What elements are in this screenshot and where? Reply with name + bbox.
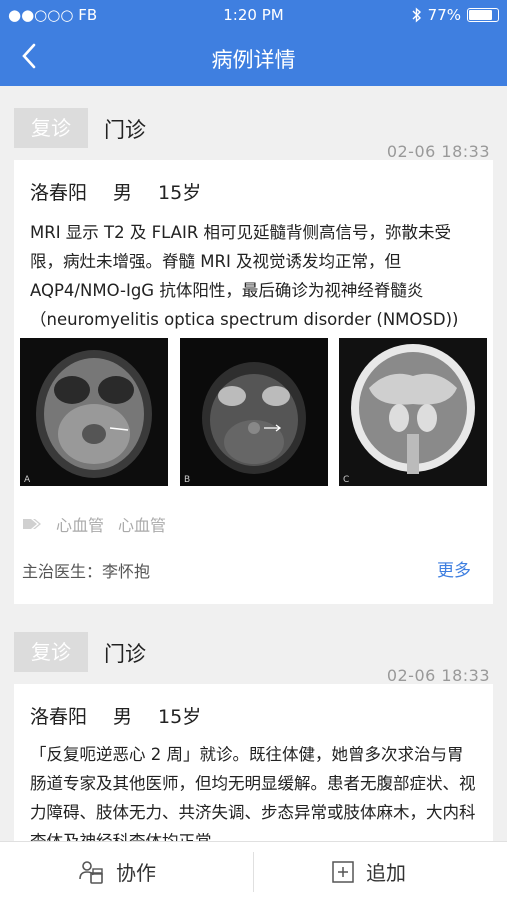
nav-bar: 病例详情 <box>0 30 507 86</box>
visit-tag: 复诊 <box>14 632 88 672</box>
record-description: MRI 显示 T2 及 FLAIR 相可见延髓背侧高信号，弥散未受限，病灶未增强… <box>30 223 459 329</box>
svg-text:A: A <box>24 475 31 485</box>
battery-icon <box>467 8 499 22</box>
patient-age: 15岁 <box>158 182 202 204</box>
status-bar: ●●○○○ FB 1:20 PM 77% <box>0 0 507 30</box>
mri-image-c[interactable]: C <box>339 338 487 486</box>
record-card-2[interactable]: 洛春阳 男 15岁 「反复呃逆恶心 2 周」就诊。既往体健，她曾多次求治与胃肠道… <box>14 684 493 841</box>
visit-tag: 复诊 <box>14 108 88 148</box>
collaborate-button[interactable]: 协作 <box>78 842 156 901</box>
visit-time: 02-06 18:33 <box>386 142 490 161</box>
tag-label[interactable]: 心血管 <box>118 512 166 536</box>
mri-images: A B C <box>20 338 487 486</box>
record-description: 「反复呃逆恶心 2 周」就诊。既往体健，她曾多次求治与胃肠道专家及其他医师，但均… <box>30 745 476 841</box>
record-tags: 心血管 心血管 <box>22 512 166 536</box>
collaborate-label: 协作 <box>116 861 156 885</box>
status-right: 77% <box>412 6 499 24</box>
battery-percent: 77% <box>427 6 461 24</box>
more-link[interactable]: 更多 <box>437 556 471 581</box>
add-button[interactable]: 追加 <box>332 842 406 901</box>
patient-gender: 男 <box>113 706 133 728</box>
visit-type: 门诊 <box>104 118 146 142</box>
patient-info: 洛春阳 男 15岁 <box>30 702 201 729</box>
svg-text:C: C <box>343 475 349 485</box>
patient-name: 洛春阳 <box>30 182 88 204</box>
add-icon <box>332 860 354 883</box>
record-card-1[interactable]: 洛春阳 男 15岁 MRI 显示 T2 及 FLAIR 相可见延髓背侧高信号，弥… <box>14 160 493 604</box>
visit-time: 02-06 18:33 <box>386 666 490 685</box>
mri-image-a[interactable]: A <box>20 338 168 486</box>
patient-info: 洛春阳 男 15岁 <box>30 178 201 205</box>
mri-image-b[interactable]: B <box>179 338 328 486</box>
patient-age: 15岁 <box>158 706 202 728</box>
tag-label[interactable]: 心血管 <box>56 512 104 536</box>
visit-type: 门诊 <box>104 642 146 666</box>
patient-gender: 男 <box>113 182 133 204</box>
patient-name: 洛春阳 <box>30 706 88 728</box>
svg-text:B: B <box>184 475 190 485</box>
toolbar-divider <box>253 852 254 892</box>
bottom-toolbar: 协作 追加 <box>0 841 507 901</box>
add-label: 追加 <box>366 861 406 885</box>
attending-doctor: 主治医生：李怀抱 <box>22 562 151 581</box>
bluetooth-icon <box>412 7 421 23</box>
tag-icon <box>23 519 41 529</box>
collaborate-icon <box>79 860 103 884</box>
page-title: 病例详情 <box>211 48 296 72</box>
